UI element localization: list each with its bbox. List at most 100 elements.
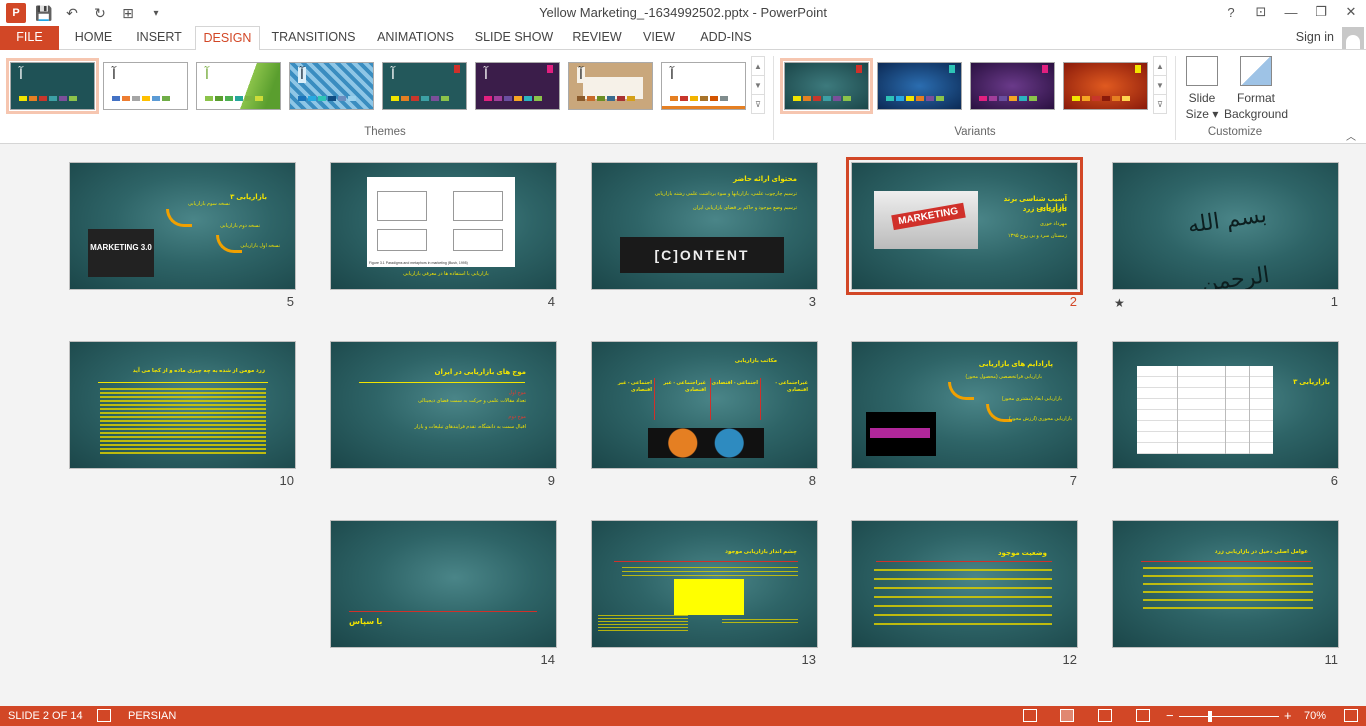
variant-thumbnail[interactable] <box>970 62 1055 110</box>
fit-slide-icon[interactable] <box>1344 709 1358 722</box>
zoom-slider[interactable] <box>1179 716 1279 717</box>
slide-sorter: بسم الله الرحمن الرحیم 1 ★ MARKETING آسی… <box>0 145 1366 705</box>
close-button[interactable]: ✕ <box>1336 0 1366 24</box>
slide-sorter-view-icon[interactable] <box>1060 709 1074 722</box>
theme-thumbnail[interactable]: آ <box>475 62 560 110</box>
tab-review[interactable]: REVIEW <box>566 26 628 50</box>
slide-number: 9 <box>547 473 555 488</box>
theme-thumbnail[interactable]: آ <box>289 62 374 110</box>
ribbon: آ آ آ آ آ آ آ آ ▲ ▼ ⊽ Themes ▲ ▼ ⊽ Varia… <box>0 50 1366 144</box>
more-icon[interactable]: ⊽ <box>752 95 764 114</box>
reading-view-icon[interactable] <box>1098 709 1112 722</box>
variants-group-label: Variants <box>954 126 996 138</box>
themes-group-label: Themes <box>364 126 406 138</box>
slide-thumbnail-11[interactable]: عوامل اصلی دخیل در بازاریابی زرد <box>1112 520 1339 648</box>
tab-transitions[interactable]: TRANSITIONS <box>266 26 361 50</box>
slide-thumbnail-3[interactable]: محتوای ارائه حاضر ترسیم چارچوب علمی، باز… <box>591 162 818 290</box>
zoom-level[interactable]: 70% <box>1304 710 1326 722</box>
slide-thumbnail-6[interactable]: بازاریابی ۳ <box>1112 341 1339 469</box>
theme-thumbnail[interactable]: آ <box>382 62 467 110</box>
window-title: Yellow Marketing_-1634992502.pptx - Powe… <box>539 5 827 20</box>
slide-thumbnail-10[interactable]: زرد مومن از شده به چه چیزی ماده و از کجا… <box>69 341 296 469</box>
comparison-table <box>1137 366 1273 454</box>
slide-show-view-icon[interactable] <box>1136 709 1150 722</box>
marketing-image: MARKETING <box>874 191 978 249</box>
scroll-up-icon[interactable]: ▲ <box>1154 57 1166 76</box>
tab-slide-show[interactable]: SLIDE SHOW <box>470 26 558 50</box>
theme-thumbnail[interactable]: آ <box>196 62 281 110</box>
scroll-down-icon[interactable]: ▼ <box>752 76 764 95</box>
slide-thumbnail-5[interactable]: بازاریابی ۳ نسخه سوم بازاریابی نسخه دوم … <box>69 162 296 290</box>
tab-file[interactable]: FILE <box>0 26 59 50</box>
slide-number: 7 <box>1069 473 1077 488</box>
highlight-box <box>674 579 744 615</box>
slide-thumbnail-8[interactable]: مکاتب بازاریابی غیراجتماعی - اقتصادی اجت… <box>591 341 818 469</box>
variants-gallery-scroll[interactable]: ▲ ▼ ⊽ <box>1153 56 1167 114</box>
minimize-button[interactable]: — <box>1276 0 1306 24</box>
zoom-out-button[interactable]: − <box>1166 708 1174 723</box>
content-image: [C]ONTENT <box>620 237 784 273</box>
scroll-down-icon[interactable]: ▼ <box>1154 76 1166 95</box>
tab-view[interactable]: VIEW <box>636 26 682 50</box>
slide-size-button[interactable]: Slide Size ▾ <box>1182 56 1222 122</box>
tab-insert[interactable]: INSERT <box>128 26 190 50</box>
theme-thumbnail[interactable]: آ <box>6 58 99 114</box>
body-text-block <box>874 569 1052 625</box>
slide-indicator: SLIDE 2 OF 14 <box>8 710 83 722</box>
slide-size-icon <box>1186 56 1218 86</box>
customize-group-label: Customize <box>1207 126 1263 138</box>
restore-button[interactable]: ❐ <box>1306 0 1336 24</box>
theme-thumbnail[interactable]: آ <box>661 62 746 110</box>
slide-thumbnail-2[interactable]: MARKETING آسیب شناسی برند بازاریابی بازا… <box>846 157 1083 295</box>
heads-image <box>648 428 764 458</box>
scroll-up-icon[interactable]: ▲ <box>752 57 764 76</box>
language-indicator[interactable]: PERSIAN <box>128 710 176 722</box>
body-text-block <box>1143 567 1313 609</box>
theme-thumbnail[interactable]: آ <box>568 62 653 110</box>
tab-home[interactable]: HOME <box>66 26 121 50</box>
avatar[interactable] <box>1342 27 1364 49</box>
slide-thumbnail-7[interactable]: پارادایم های بازاریابی بازاریابی فراتخصص… <box>851 341 1078 469</box>
group-separator <box>1175 56 1176 140</box>
variant-thumbnail[interactable] <box>877 62 962 110</box>
more-icon[interactable]: ⊽ <box>1154 95 1166 114</box>
slide-number: 4 <box>547 294 555 309</box>
tab-add-ins[interactable]: ADD-INS <box>690 26 762 50</box>
theme-thumbnail[interactable]: آ <box>103 62 188 110</box>
slide-thumbnail-9[interactable]: موج های بازاریابی در ایران موج اول تعداد… <box>330 341 557 469</box>
ribbon-display-options-icon[interactable]: ⊡ <box>1246 0 1276 24</box>
spelling-check-icon[interactable] <box>97 709 111 722</box>
normal-view-icon[interactable] <box>1023 709 1037 722</box>
collapse-ribbon-icon[interactable]: ︿ <box>1346 128 1356 143</box>
vertical-scrollbar[interactable] <box>1352 145 1364 701</box>
animation-star-icon: ★ <box>1114 296 1125 310</box>
slide-number: 6 <box>1330 473 1338 488</box>
slide-number: 5 <box>286 294 294 309</box>
variant-thumbnail[interactable] <box>780 58 873 114</box>
format-background-button[interactable]: Format Background <box>1222 56 1290 122</box>
slide-number: 10 <box>279 473 294 488</box>
slide-thumbnail-1[interactable]: بسم الله الرحمن الرحیم <box>1112 162 1339 290</box>
group-separator <box>773 56 774 140</box>
paradigm-image <box>866 412 936 456</box>
format-background-icon <box>1240 56 1272 86</box>
slide-thumbnail-12[interactable]: وضعیت موجود <box>851 520 1078 648</box>
marketing-3-image: MARKETING 3.0 <box>88 229 154 277</box>
help-button[interactable]: ? <box>1216 0 1246 24</box>
sign-in-link[interactable]: Sign in <box>1296 30 1334 44</box>
status-bar: SLIDE 2 OF 14 PERSIAN − + 70% <box>0 706 1366 726</box>
slide-number: 14 <box>540 652 555 667</box>
slide-thumbnail-4[interactable]: Figure 3.1 Paradigms and metaphors in ma… <box>330 162 557 290</box>
slide-number: 1 <box>1330 294 1338 309</box>
zoom-in-button[interactable]: + <box>1284 708 1292 723</box>
paradigm-figure: Figure 3.1 Paradigms and metaphors in ma… <box>367 177 515 267</box>
title-bar: P 💾 ↶ ↻ ⊞ ▾ Yellow Marketing_-1634992502… <box>0 0 1366 26</box>
body-text-block <box>100 388 266 454</box>
tab-animations[interactable]: ANIMATIONS <box>368 26 463 50</box>
slide-thumbnail-13[interactable]: چشم انداز بازاریابی موجود <box>591 520 818 648</box>
slide-thumbnail-14[interactable]: با سپاس <box>330 520 557 648</box>
zoom-slider-thumb[interactable] <box>1208 711 1212 722</box>
variant-thumbnail[interactable] <box>1063 62 1148 110</box>
tab-design[interactable]: DESIGN <box>195 26 260 51</box>
themes-gallery-scroll[interactable]: ▲ ▼ ⊽ <box>751 56 765 114</box>
